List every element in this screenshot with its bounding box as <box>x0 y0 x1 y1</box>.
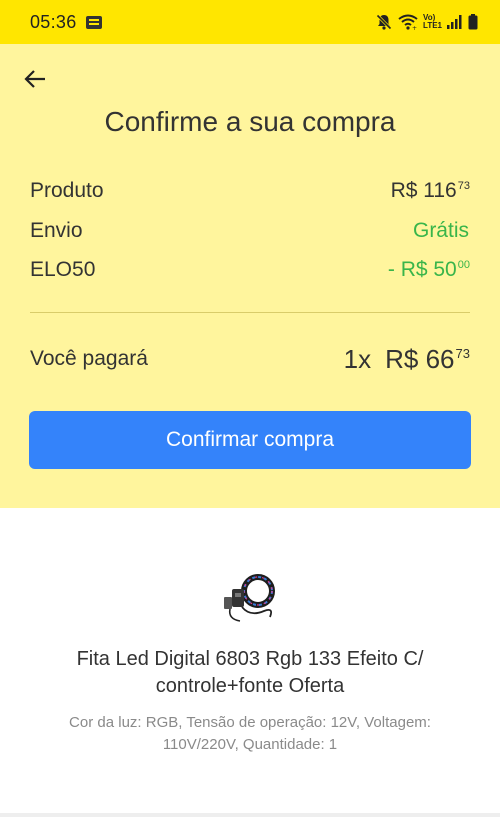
signal-icon <box>447 15 463 29</box>
page-title: Confirme a sua compra <box>104 106 396 137</box>
divider <box>30 312 470 313</box>
summary-row-shipping: Envio Grátis <box>30 216 470 246</box>
total-value: 1x R$ 66 73 <box>344 344 470 375</box>
purchase-summary-panel: Confirme a sua compra Produto R$ 116 73 E… <box>0 44 500 508</box>
arrow-left-icon <box>24 70 45 88</box>
back-button[interactable] <box>20 64 50 94</box>
summary-label: ELO50 <box>30 258 96 281</box>
svg-text:+: + <box>412 25 417 30</box>
battery-icon <box>468 14 478 30</box>
total-label: Você pagará <box>30 347 148 370</box>
total-row: Você pagará 1x R$ 66 73 <box>30 342 470 376</box>
summary-value: Grátis <box>412 219 469 242</box>
summary-value: R$ 116 73 <box>390 179 470 202</box>
product-section: Fita Led Digital 6803 Rgb 133 Efeito C/ … <box>0 508 500 817</box>
wifi-icon: + <box>398 14 418 30</box>
network-type-icon: Vo) LTE1 <box>423 14 442 30</box>
status-icons: + Vo) LTE1 <box>375 13 478 31</box>
status-bar: 05:36 + Vo) LTE1 <box>0 0 500 44</box>
summary-label: Envio <box>30 219 83 242</box>
product-image <box>219 566 281 628</box>
mute-icon <box>375 13 393 31</box>
total-cents: 73 <box>455 345 470 361</box>
summary-row-product: Produto R$ 116 73 <box>30 176 470 206</box>
status-time: 05:36 <box>30 11 77 32</box>
product-attributes: Cor da luz: RGB, Tensão de operação: 12V… <box>69 714 431 753</box>
product-title: Fita Led Digital 6803 Rgb 133 Efeito C/ … <box>76 648 424 697</box>
confirm-purchase-button[interactable]: Confirmar compra <box>29 411 471 469</box>
total-quantity: 1x <box>343 343 372 374</box>
network-label-bottom: LTE1 <box>423 21 442 30</box>
summary-row-coupon: ELO50 - R$ 50 00 <box>30 255 470 285</box>
divider <box>0 813 500 817</box>
total-amount: R$ 66 <box>385 343 455 374</box>
summary-label: Produto <box>30 179 104 202</box>
notification-icon <box>85 15 102 29</box>
summary-value: - R$ 50 00 <box>387 258 470 281</box>
